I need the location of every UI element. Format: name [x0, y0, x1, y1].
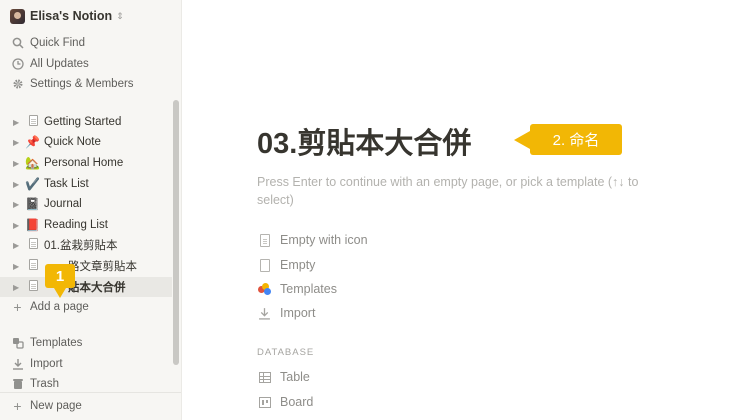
add-page-button[interactable]: + Add a page: [0, 297, 172, 317]
database-section-heading: DATABASE: [257, 347, 315, 358]
expand-triangle-icon[interactable]: ▶: [13, 180, 25, 189]
sidebar-page-label: Personal Home: [44, 157, 124, 169]
sidebar-divider: [0, 392, 181, 393]
expand-triangle-icon[interactable]: ▶: [13, 159, 25, 168]
sidebar-nav-label: Trash: [30, 378, 59, 390]
sidebar-page-label: 01.盆栽剪貼本: [44, 240, 118, 252]
sidebar-nav-label: All Updates: [30, 58, 89, 70]
sidebar-page-getting-started[interactable]: ▶ Getting Started: [0, 112, 172, 132]
sidebar-page-label: Getting Started: [44, 116, 122, 128]
option-import[interactable]: Import: [257, 303, 315, 323]
templates-icon: [257, 282, 272, 297]
page-icon: [25, 238, 40, 252]
option-templates[interactable]: Templates: [257, 279, 337, 299]
page-with-icon-icon: [257, 233, 272, 248]
sidebar-trash[interactable]: Trash: [0, 374, 172, 394]
import-icon: [257, 306, 272, 321]
sidebar-page-label: 貼本大合併: [68, 282, 126, 294]
plus-icon: +: [13, 299, 22, 315]
page-icon: [25, 280, 40, 294]
option-label: Empty: [280, 258, 316, 272]
search-icon: [11, 37, 24, 50]
new-page-button[interactable]: + New page: [0, 396, 172, 416]
templates-icon: [11, 337, 24, 350]
expand-triangle-icon[interactable]: ▶: [13, 241, 25, 250]
trash-icon: [11, 378, 24, 391]
workspace-name: Elisa's Notion: [30, 9, 113, 23]
expand-triangle-icon[interactable]: ▶: [13, 138, 25, 147]
expand-triangle-icon[interactable]: ▶: [13, 221, 25, 230]
sidebar-page-article-scrapbook[interactable]: ▶ 路文章剪貼本: [0, 256, 172, 276]
sidebar-page-bonsai-scrapbook[interactable]: ▶ 01.盆栽剪貼本: [0, 235, 172, 255]
sidebar-settings[interactable]: Settings & Members: [0, 74, 172, 94]
expand-triangle-icon[interactable]: ▶: [13, 118, 25, 127]
page-title[interactable]: 03.剪貼本大合併: [257, 120, 471, 162]
pushpin-icon: 📌: [25, 135, 40, 149]
sidebar-nav-label: Import: [30, 358, 63, 370]
expand-triangle-icon[interactable]: ▶: [13, 200, 25, 209]
sidebar-page-journal[interactable]: ▶ 📓 Journal: [0, 194, 172, 214]
step-2-callout: 2. 命名: [514, 124, 622, 155]
table-icon: [257, 370, 272, 385]
house-icon: 🏡: [25, 156, 40, 170]
sidebar-page-quick-note[interactable]: ▶ 📌 Quick Note: [0, 132, 172, 152]
option-label: Table: [280, 370, 310, 384]
expand-triangle-icon[interactable]: ▶: [13, 262, 25, 271]
sidebar-page-reading-list[interactable]: ▶ 📕 Reading List: [0, 215, 172, 235]
clock-icon: [11, 58, 24, 71]
import-icon: [11, 358, 24, 371]
option-board[interactable]: Board: [257, 392, 313, 412]
option-empty-with-icon[interactable]: Empty with icon: [257, 230, 368, 250]
sidebar-nav-label: Quick Find: [30, 37, 85, 49]
sidebar: Elisa's Notion ⇕ Quick Find All Updates …: [0, 0, 182, 420]
sidebar-page-label: Journal: [44, 198, 82, 210]
option-table[interactable]: Table: [257, 367, 310, 387]
empty-page-hint: Press Enter to continue with an empty pa…: [257, 175, 639, 207]
option-label: Empty with icon: [280, 233, 368, 247]
board-icon: [257, 395, 272, 410]
sidebar-nav-label: Settings & Members: [30, 78, 134, 90]
sidebar-page-label: Reading List: [44, 219, 108, 231]
sidebar-scrollbar[interactable]: [173, 100, 179, 365]
chevron-updown-icon: ⇕: [116, 10, 124, 21]
sidebar-all-updates[interactable]: All Updates: [0, 54, 172, 74]
red-book-icon: 📕: [25, 218, 40, 232]
page-icon: [25, 115, 40, 129]
sidebar-page-merged-scrapbook[interactable]: ▶ 貼本大合併: [0, 277, 172, 297]
sidebar-page-label: Task List: [44, 178, 89, 190]
option-label: Import: [280, 306, 316, 320]
sidebar-page-label: 路文章剪貼本: [68, 261, 137, 273]
notebook-icon: 📓: [25, 197, 40, 211]
sidebar-quick-find[interactable]: Quick Find: [0, 33, 172, 53]
page-icon: [257, 258, 272, 273]
add-page-label: Add a page: [30, 301, 89, 313]
step-1-callout: 1: [45, 264, 75, 298]
plus-icon: +: [13, 398, 22, 414]
workspace-switcher[interactable]: Elisa's Notion ⇕: [10, 6, 124, 26]
sidebar-import[interactable]: Import: [0, 354, 172, 374]
page-icon: [25, 259, 40, 273]
expand-triangle-icon[interactable]: ▶: [13, 283, 25, 292]
sidebar-templates[interactable]: Templates: [0, 333, 172, 353]
gear-icon: [11, 78, 24, 91]
sidebar-nav-label: Templates: [30, 337, 83, 349]
option-label: Board: [280, 395, 314, 409]
option-empty[interactable]: Empty: [257, 255, 315, 275]
new-page-label: New page: [30, 400, 82, 412]
checkmark-icon: ✔️: [25, 177, 40, 191]
sidebar-page-task-list[interactable]: ▶ ✔️ Task List: [0, 174, 172, 194]
sidebar-page-label: Quick Note: [44, 136, 101, 148]
option-label: Templates: [280, 282, 337, 296]
sidebar-page-personal-home[interactable]: ▶ 🏡 Personal Home: [0, 153, 172, 173]
workspace-avatar: [10, 8, 25, 24]
